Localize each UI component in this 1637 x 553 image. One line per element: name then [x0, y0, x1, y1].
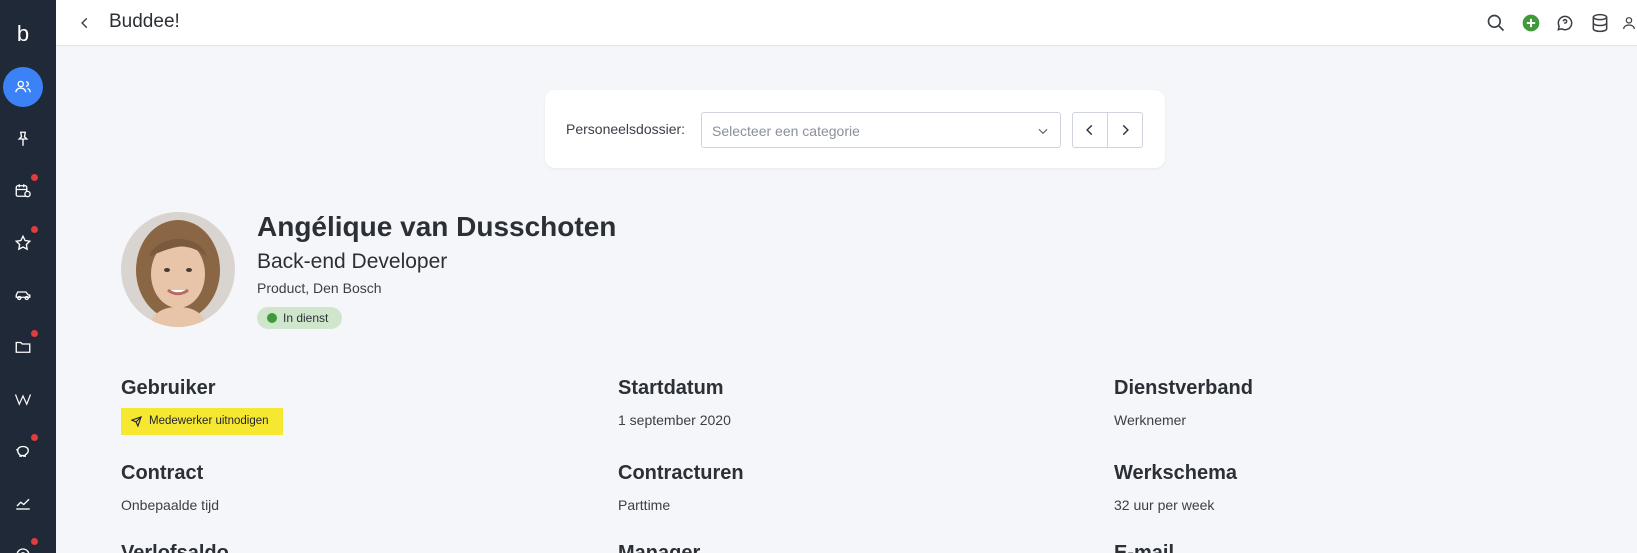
database-button[interactable] — [1588, 11, 1612, 35]
chevron-left-icon — [81, 17, 88, 29]
verlofsaldo-title: Verlofsaldo — [121, 542, 229, 553]
star-icon — [14, 234, 32, 251]
chart-icon — [16, 498, 30, 510]
chat-button[interactable] — [1553, 11, 1577, 35]
folder-icon — [15, 341, 31, 353]
topbar: Buddee! — [56, 0, 1637, 46]
startdatum-value: 1 september 2020 — [618, 412, 731, 428]
sidebar-item-calendar[interactable] — [3, 171, 43, 211]
database-icon — [1592, 13, 1608, 33]
sidebar: b — [0, 0, 56, 553]
sidebar-item-favorites[interactable] — [3, 223, 43, 263]
employee-role: Back-end Developer — [257, 250, 448, 273]
dienstverband-value: Werknemer — [1114, 412, 1187, 428]
contract-title: Contract — [121, 462, 204, 484]
employee-name: Angélique van Dusschoten — [257, 211, 617, 242]
user-icon — [1623, 17, 1635, 30]
add-button[interactable] — [1519, 11, 1543, 35]
werkschema-title: Werkschema — [1114, 462, 1238, 484]
logo-text: b — [16, 21, 30, 46]
startdatum-title: Startdatum — [618, 377, 724, 399]
buddee-logo[interactable]: b — [0, 16, 46, 52]
contract-value: Onbepaalde tijd — [121, 497, 220, 513]
category-select[interactable]: Selecteer een categorie — [701, 112, 1061, 148]
status-dot — [267, 313, 277, 323]
invite-employee-label: Medewerker uitnodigen — [149, 415, 269, 427]
previous-employee-button[interactable] — [1072, 112, 1108, 148]
werkschema-value: 32 uur per week — [1114, 497, 1215, 513]
status-badge: In dienst — [257, 307, 343, 329]
user-menu-button[interactable] — [1621, 11, 1637, 35]
sidebar-item-settings[interactable] — [3, 535, 43, 553]
pin-icon — [17, 131, 29, 146]
wiki-icon — [14, 394, 32, 406]
dossier-label: Personeelsdossier: — [566, 121, 686, 137]
chat-icon — [1557, 15, 1573, 31]
email-title: E-mail — [1114, 542, 1175, 553]
settings-icon — [16, 548, 30, 553]
sidebar-item-expenses[interactable] — [3, 431, 43, 471]
search-button[interactable] — [1484, 11, 1508, 35]
sidebar-item-pinned[interactable] — [3, 119, 43, 159]
car-icon — [15, 291, 31, 301]
gebruiker-title: Gebruiker — [121, 377, 216, 399]
app-title: Buddee! — [109, 11, 180, 32]
manager-title: Manager — [618, 542, 701, 553]
avatar — [121, 212, 235, 327]
calendar-clock-icon — [15, 184, 31, 198]
chevron-left-icon — [1086, 124, 1093, 136]
notification-dot — [31, 538, 38, 545]
piggy-bank-icon — [15, 445, 29, 457]
chevron-right-icon — [1122, 124, 1129, 136]
notification-dot — [31, 226, 38, 233]
notification-dot — [31, 434, 38, 441]
users-icon — [15, 80, 31, 93]
send-icon — [131, 416, 142, 427]
sidebar-item-vehicles[interactable] — [3, 275, 43, 315]
status-label: In dienst — [283, 311, 329, 325]
sidebar-item-wiki[interactable] — [3, 379, 43, 419]
category-select-placeholder: Selecteer een categorie — [712, 123, 860, 139]
sidebar-item-reports[interactable] — [3, 483, 43, 523]
add-icon — [1522, 14, 1540, 32]
chevron-down-icon — [1038, 128, 1048, 135]
notification-dot — [31, 330, 38, 337]
contracturen-title: Contracturen — [618, 462, 744, 484]
search-icon — [1487, 14, 1505, 32]
sidebar-item-documents[interactable] — [3, 327, 43, 367]
contracturen-value: Parttime — [618, 497, 671, 513]
back-button[interactable] — [74, 12, 96, 34]
notification-dot — [31, 174, 38, 181]
next-employee-button[interactable] — [1107, 112, 1143, 148]
invite-employee-button[interactable]: Medewerker uitnodigen — [121, 408, 283, 435]
employee-department: Product, Den Bosch — [257, 280, 382, 296]
sidebar-item-users[interactable] — [3, 67, 43, 107]
dossier-selector-card: Personeelsdossier: Selecteer een categor… — [545, 90, 1165, 168]
dienstverband-title: Dienstverband — [1114, 377, 1253, 399]
